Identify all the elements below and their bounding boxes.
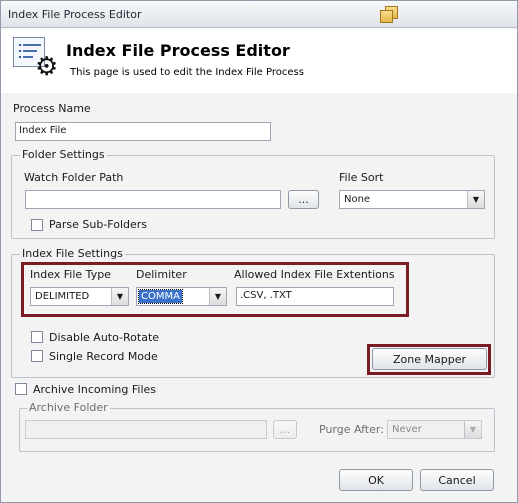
purge-after-select[interactable]: Never ▼ — [387, 420, 482, 439]
index-file-type-select[interactable]: DELIMITED ▼ — [30, 287, 129, 306]
window-title: Index File Process Editor — [8, 8, 142, 21]
watch-folder-browse-button[interactable]: ... — [288, 190, 319, 209]
gear-icon: ⚙ — [35, 52, 59, 82]
disable-autorotate-label: Disable Auto-Rotate — [49, 331, 160, 344]
single-record-label: Single Record Mode — [49, 350, 158, 363]
title-bar: Index File Process Editor — [1, 1, 517, 28]
archive-incoming-label: Archive Incoming Files — [33, 383, 157, 396]
delimiter-label: Delimiter — [136, 268, 187, 281]
archive-incoming-checkbox[interactable] — [15, 383, 27, 395]
chevron-down-icon[interactable]: ▼ — [209, 288, 226, 305]
delimiter-value: COMMA — [138, 289, 183, 304]
file-sort-label: File Sort — [339, 171, 384, 184]
process-editor-window: Index File Process Editor ⚙ Index File P… — [0, 0, 518, 503]
delimiter-select[interactable]: COMMA ▼ — [136, 287, 227, 306]
ok-button[interactable]: OK — [339, 469, 413, 491]
process-name-label: Process Name — [13, 102, 91, 115]
chevron-down-icon[interactable]: ▼ — [464, 421, 481, 438]
zone-mapper-button[interactable]: Zone Mapper — [372, 348, 487, 370]
purge-after-value: Never — [392, 424, 422, 435]
allowed-extensions-input[interactable]: .CSV, .TXT — [236, 287, 394, 306]
archive-folder-browse-button[interactable]: ... — [273, 420, 297, 439]
process-name-input[interactable]: Index File — [15, 122, 271, 141]
index-file-settings-legend: Index File Settings — [20, 247, 125, 260]
archive-folder-legend: Archive Folder — [27, 401, 110, 414]
restore-window-icon[interactable] — [379, 6, 401, 24]
page-header: ⚙ Index File Process Editor This page is… — [1, 29, 517, 93]
watch-folder-label: Watch Folder Path — [24, 171, 124, 184]
folder-settings-legend: Folder Settings — [20, 148, 107, 161]
parse-subfolders-label: Parse Sub-Folders — [49, 218, 148, 231]
index-file-type-value: DELIMITED — [35, 291, 90, 302]
single-record-checkbox[interactable] — [31, 350, 43, 362]
archive-folder-input[interactable] — [25, 420, 267, 439]
disable-autorotate-checkbox[interactable] — [31, 331, 43, 343]
watch-folder-input[interactable] — [25, 190, 281, 209]
settings-document-icon: ⚙ — [13, 37, 59, 83]
cancel-button[interactable]: Cancel — [420, 469, 494, 491]
purge-after-label: Purge After: — [319, 423, 384, 436]
chevron-down-icon[interactable]: ▼ — [467, 191, 484, 208]
file-sort-select[interactable]: None ▼ — [339, 190, 485, 209]
file-sort-value: None — [344, 194, 371, 205]
chevron-down-icon[interactable]: ▼ — [111, 288, 128, 305]
index-file-type-label: Index File Type — [30, 268, 111, 281]
page-subtitle: This page is used to edit the Index File… — [70, 67, 304, 78]
parse-subfolders-checkbox[interactable] — [31, 219, 43, 231]
page-title: Index File Process Editor — [66, 41, 290, 60]
allowed-extensions-label: Allowed Index File Extentions — [234, 268, 395, 281]
